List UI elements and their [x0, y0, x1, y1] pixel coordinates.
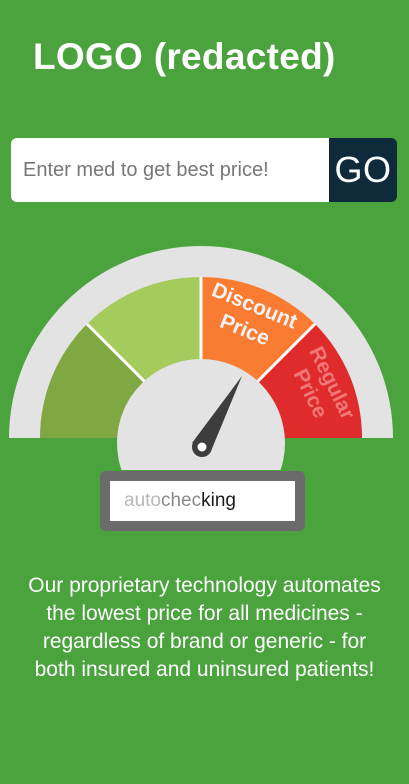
status-text-part3: king [201, 490, 236, 511]
description-text: Our proprietary technology automates the… [28, 574, 381, 681]
search-input[interactable] [11, 138, 329, 202]
go-button[interactable]: GO [329, 138, 397, 202]
status-text-part1: auto [124, 490, 161, 511]
status-field: auto chec king [110, 481, 295, 521]
status-text-part2: chec [160, 490, 202, 511]
search-bar: GO [11, 138, 397, 202]
status-box: auto chec king [100, 471, 305, 531]
logo: LOGO (redacted) [33, 36, 336, 77]
gauge-needle-pivot-center [197, 442, 207, 452]
price-gauge: Discount Price Regular Price [9, 246, 393, 470]
